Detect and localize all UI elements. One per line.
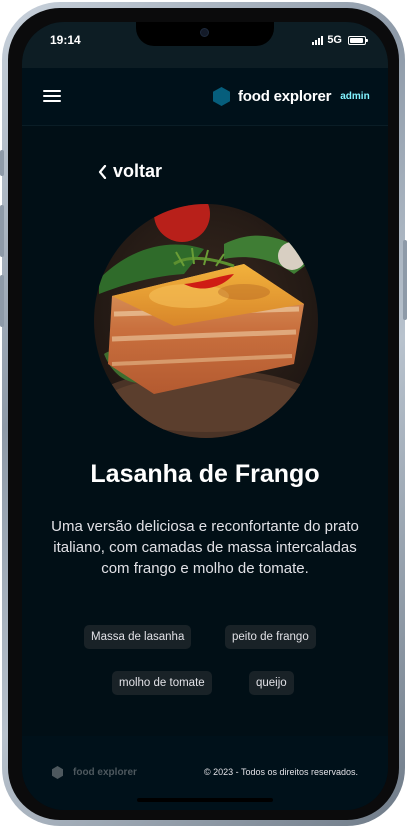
hamburger-menu-icon[interactable]	[43, 90, 61, 102]
footer-brand-name: food explorer	[73, 767, 137, 778]
lasagna-illustration	[94, 204, 318, 438]
brand-logo[interactable]: food explorer admin	[213, 87, 370, 106]
dish-description: Uma versão deliciosa e reconfortante do …	[51, 518, 359, 577]
mute-switch	[0, 150, 4, 176]
copyright-text: © 2023 - Todos os direitos reservados.	[203, 767, 358, 777]
volume-up-button	[0, 205, 4, 257]
admin-badge: admin	[340, 91, 370, 102]
battery-icon	[348, 35, 368, 45]
status-bar: 19:14 5G	[22, 22, 388, 68]
chevron-left-icon	[98, 164, 107, 179]
signal-icon	[312, 35, 324, 45]
app-header: food explorer admin	[22, 68, 388, 126]
ingredient-tag: queijo	[249, 671, 294, 695]
hexagon-icon	[213, 87, 230, 106]
back-button[interactable]: voltar	[98, 161, 162, 182]
volume-down-button	[0, 275, 4, 327]
ingredient-tag: Massa de lasanha	[84, 625, 192, 649]
ingredient-tag: molho de tomate	[112, 671, 212, 695]
dish-title: Lasanha de Frango	[90, 460, 320, 488]
network-label: 5G	[327, 34, 342, 46]
screen: 19:14 5G food explorer admin voltar Lasa…	[22, 22, 388, 810]
ingredient-tag: peito de frango	[225, 625, 316, 649]
status-indicators: 5G	[312, 34, 368, 46]
home-indicator[interactable]	[137, 798, 273, 802]
back-label: voltar	[113, 161, 163, 181]
power-button	[403, 240, 407, 320]
front-camera	[200, 28, 209, 37]
hexagon-icon	[52, 766, 63, 779]
status-time: 19:14	[50, 33, 81, 47]
brand-name: food explorer	[238, 88, 332, 105]
notch	[136, 22, 274, 46]
dish-image	[94, 204, 318, 438]
footer-brand: food explorer	[52, 766, 137, 779]
